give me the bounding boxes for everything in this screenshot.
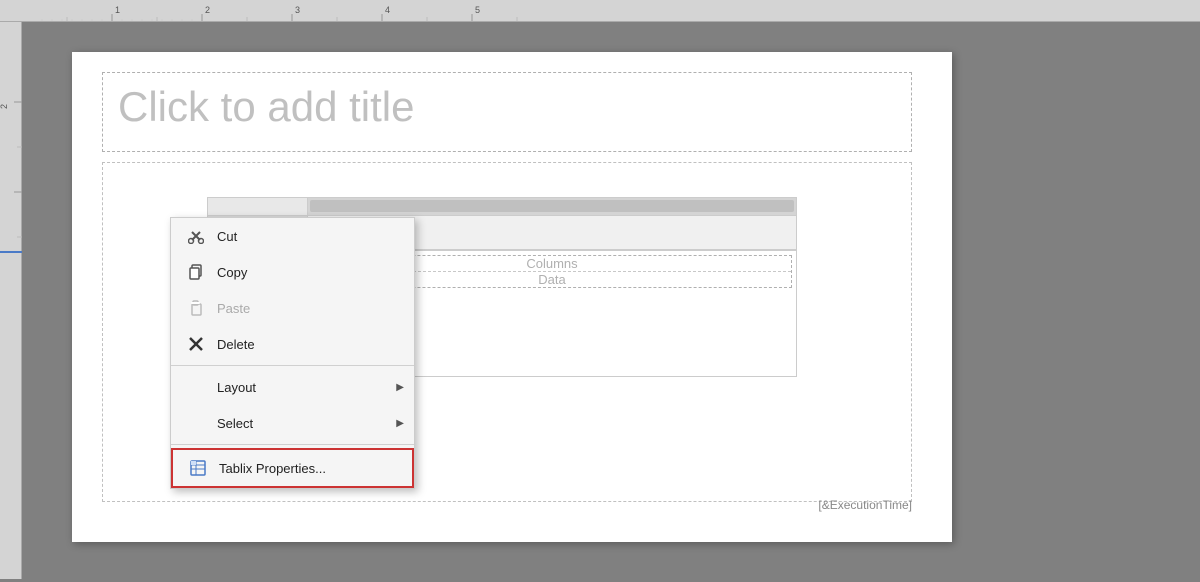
select-arrow: ▶ — [396, 418, 404, 429]
menu-item-select[interactable]: Select ▶ — [171, 405, 414, 441]
menu-item-copy[interactable]: Copy — [171, 254, 414, 290]
delete-icon — [185, 333, 207, 355]
svg-text:2: 2 — [205, 5, 210, 15]
cut-icon — [185, 225, 207, 247]
ruler-top: 1 2 3 4 5 — [0, 0, 1200, 22]
svg-text:1: 1 — [115, 5, 120, 15]
svg-text:5: 5 — [475, 5, 480, 15]
svg-text:4: 4 — [385, 5, 390, 15]
title-area[interactable]: Click to add title — [102, 72, 912, 152]
menu-item-delete[interactable]: Delete — [171, 326, 414, 362]
execution-time: [&ExecutionTime] — [818, 498, 912, 512]
tablix-properties-label: Tablix Properties... — [219, 461, 326, 476]
menu-separator-2 — [171, 444, 414, 445]
layout-arrow: ▶ — [396, 382, 404, 393]
layout-label: Layout — [217, 380, 256, 395]
svg-text:3: 3 — [295, 5, 300, 15]
tablix-icon — [187, 457, 209, 479]
menu-item-paste[interactable]: Paste — [171, 290, 414, 326]
menu-separator-1 — [171, 365, 414, 366]
menu-item-cut[interactable]: Cut — [171, 218, 414, 254]
ruler-left: 2 — [0, 22, 22, 579]
title-placeholder: Click to add title — [103, 73, 911, 141]
context-menu: Cut Copy Paste — [170, 217, 415, 489]
copy-label: Copy — [217, 265, 247, 280]
select-icon-placeholder — [185, 412, 207, 434]
svg-text:2: 2 — [0, 104, 9, 109]
menu-item-layout[interactable]: Layout ▶ — [171, 369, 414, 405]
select-label: Select — [217, 416, 253, 431]
canvas-area: Click to add title Columns — [22, 22, 1200, 579]
ruler-canvas: 1 2 3 4 5 — [22, 0, 1200, 22]
paste-icon — [185, 297, 207, 319]
delete-label: Delete — [217, 337, 255, 352]
cut-label: Cut — [217, 229, 237, 244]
copy-icon — [185, 261, 207, 283]
layout-icon — [185, 376, 207, 398]
menu-item-tablix-properties[interactable]: Tablix Properties... — [171, 448, 414, 488]
paste-label: Paste — [217, 301, 250, 316]
